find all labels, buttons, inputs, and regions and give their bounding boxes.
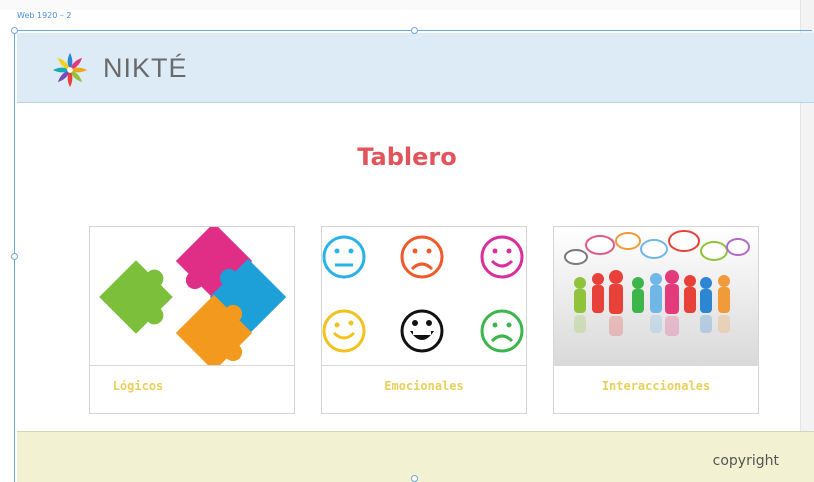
page-title: Tablero bbox=[357, 143, 457, 171]
puzzle-pieces-image bbox=[90, 227, 294, 365]
brand-name[interactable]: NIKTÉ bbox=[103, 53, 188, 84]
people-speech-bubbles-image bbox=[554, 227, 758, 365]
resize-handle-bottom-center[interactable] bbox=[411, 475, 418, 482]
card-logicos[interactable]: Lógicos bbox=[89, 226, 295, 414]
site-header: NIKTÉ bbox=[17, 33, 814, 103]
card-divider bbox=[554, 365, 758, 366]
resize-handle-top-left[interactable] bbox=[11, 27, 18, 34]
card-divider bbox=[90, 365, 294, 366]
card-label-interaccionales[interactable]: Interaccionales bbox=[554, 379, 758, 393]
artboard-label[interactable]: Web 1920 – 2 bbox=[17, 11, 72, 20]
canvas-top-strip bbox=[0, 0, 814, 10]
card-label-emocionales[interactable]: Emocionales bbox=[322, 379, 526, 393]
resize-handle-middle-left[interactable] bbox=[11, 253, 18, 260]
emoji-faces-image bbox=[322, 227, 526, 365]
card-divider bbox=[322, 365, 526, 366]
card-interaccionales[interactable]: Interaccionales bbox=[553, 226, 759, 414]
resize-handle-top-center[interactable] bbox=[411, 27, 418, 34]
flower-star-logo-icon[interactable] bbox=[51, 51, 89, 89]
card-emocionales[interactable]: Emocionales bbox=[321, 226, 527, 414]
card-label-logicos[interactable]: Lógicos bbox=[36, 379, 240, 393]
copyright-text: copyright bbox=[712, 453, 779, 469]
